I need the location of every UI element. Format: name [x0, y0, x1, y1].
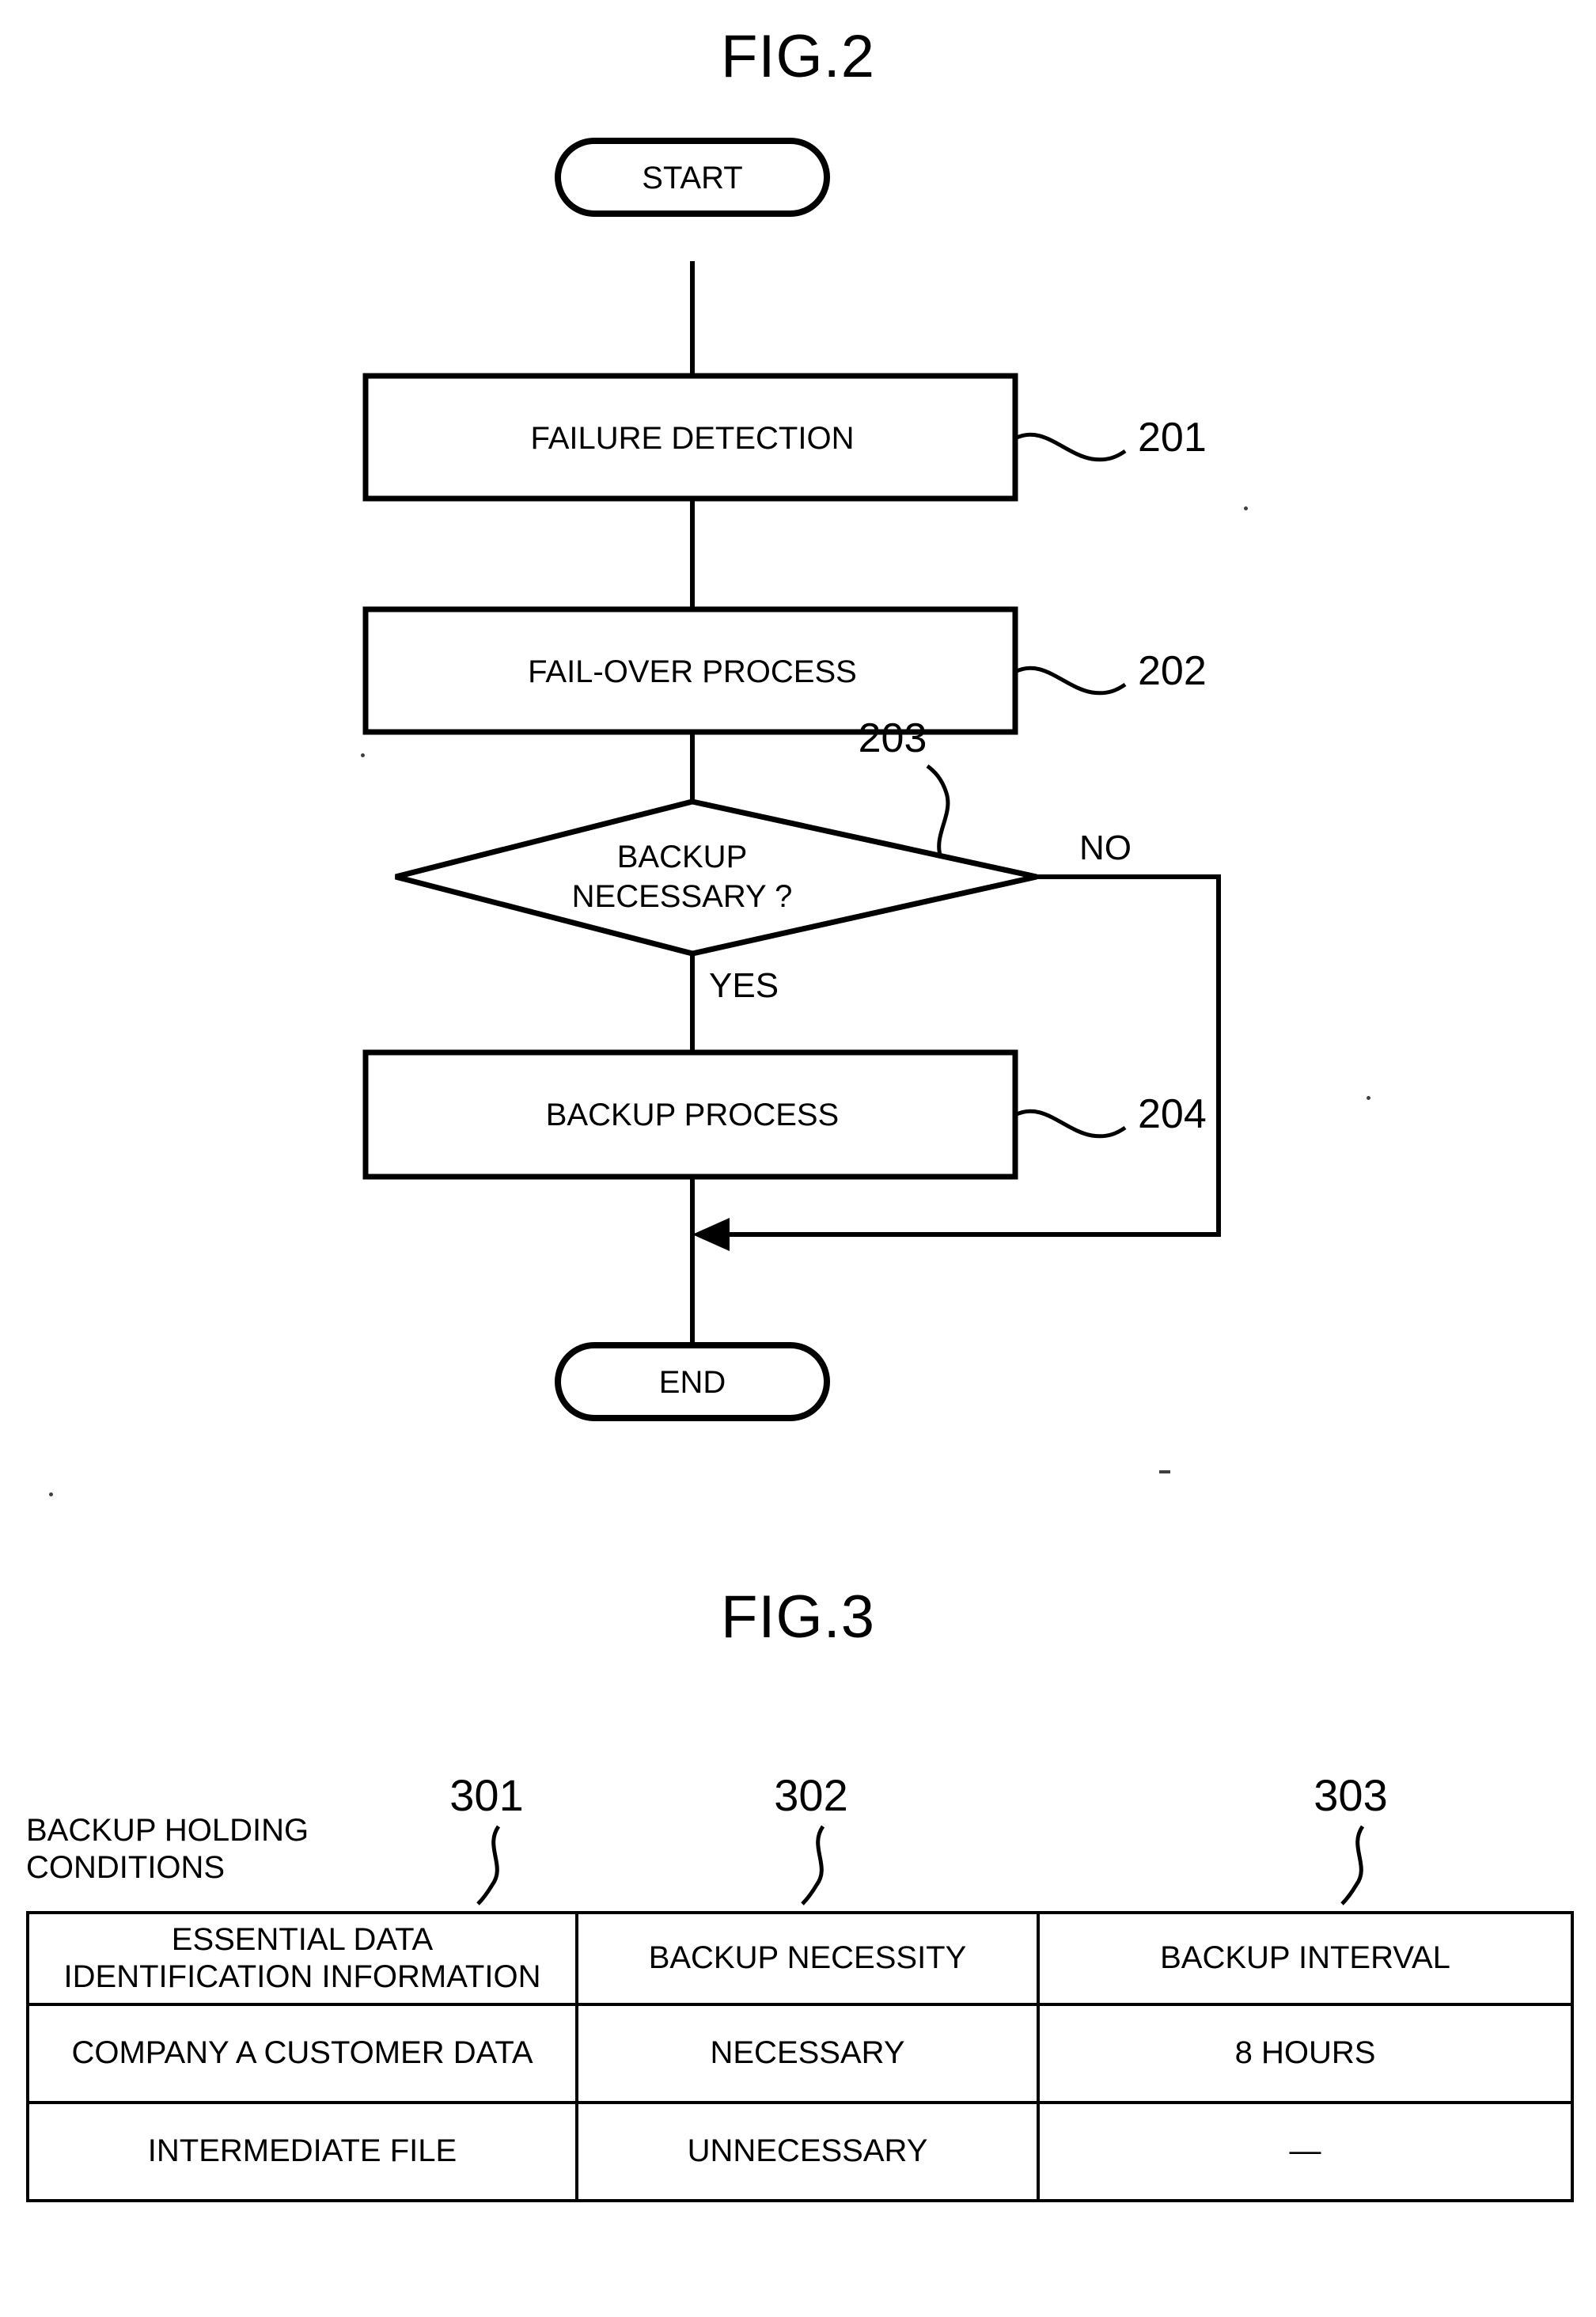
- failover-process-label: FAIL-OVER PROCESS: [528, 654, 857, 689]
- scan-speck: [1244, 506, 1248, 510]
- header-backup-interval: BACKUP INTERVAL: [1037, 1911, 1574, 2006]
- leader-303: [1340, 1825, 1365, 1906]
- table-header-row: ESSENTIAL DATA IDENTIFICATION INFORMATIO…: [26, 1911, 1574, 2006]
- cell-backup-necessity: UNNECESSARY: [575, 2101, 1040, 2202]
- arrowhead-no-return: [692, 1218, 730, 1251]
- cell-essential-data: INTERMEDIATE FILE: [26, 2101, 578, 2202]
- failure-detection-label: FAILURE DETECTION: [531, 421, 855, 456]
- ref-number-202: 202: [1138, 648, 1207, 694]
- cell-backup-interval: 8 HOURS: [1037, 2003, 1574, 2104]
- header-backup-necessity: BACKUP NECESSITY: [575, 1911, 1040, 2006]
- ref-number-203: 203: [859, 715, 927, 761]
- fig2-flowchart: START FAILURE DETECTION 201 FAIL-OVER PR…: [362, 138, 1221, 1421]
- cell-essential-data: COMPANY A CUSTOMER DATA: [26, 2003, 578, 2104]
- fig2-title: FIG.2: [720, 23, 876, 90]
- leader-201: [1014, 432, 1127, 462]
- cell-backup-interval: —: [1037, 2101, 1574, 2202]
- ref-number-302: 302: [774, 1770, 847, 1820]
- leader-302: [801, 1825, 825, 1906]
- cell-backup-necessity: NECESSARY: [575, 2003, 1040, 2104]
- table-row: INTERMEDIATE FILE UNNECESSARY —: [26, 2101, 1574, 2202]
- leader-204: [1014, 1109, 1127, 1139]
- scan-speck: [49, 1492, 53, 1496]
- leader-203: [926, 764, 950, 859]
- start-node-label: START: [642, 161, 742, 195]
- scan-speck: [1159, 1470, 1170, 1473]
- ref-number-204: 204: [1138, 1091, 1207, 1137]
- backup-necessary-decision: [395, 798, 1037, 957]
- fig3-title: FIG.3: [720, 1583, 876, 1651]
- leader-202: [1014, 666, 1127, 696]
- scan-speck: [1367, 1096, 1370, 1100]
- table-row: COMPANY A CUSTOMER DATA NECESSARY 8 HOUR…: [26, 2003, 1574, 2104]
- backup-holding-conditions-table: ESSENTIAL DATA IDENTIFICATION INFORMATIO…: [26, 1911, 1574, 2202]
- branch-label-yes: YES: [709, 966, 779, 1005]
- branch-label-no: NO: [1079, 829, 1132, 867]
- scan-speck: [361, 753, 365, 757]
- backup-holding-conditions-label: BACKUP HOLDING CONDITIONS: [26, 1813, 309, 1886]
- ref-number-301: 301: [449, 1770, 523, 1820]
- decision-label-line2: NECESSARY ?: [572, 879, 793, 914]
- decision-label-line1: BACKUP: [617, 840, 748, 874]
- header-essential-data: ESSENTIAL DATA IDENTIFICATION INFORMATIO…: [26, 1911, 578, 2006]
- leader-301: [476, 1825, 501, 1906]
- ref-number-201: 201: [1138, 415, 1207, 461]
- end-node-label: END: [659, 1365, 726, 1400]
- ref-number-303: 303: [1314, 1770, 1387, 1820]
- backup-process-label: BACKUP PROCESS: [546, 1098, 840, 1132]
